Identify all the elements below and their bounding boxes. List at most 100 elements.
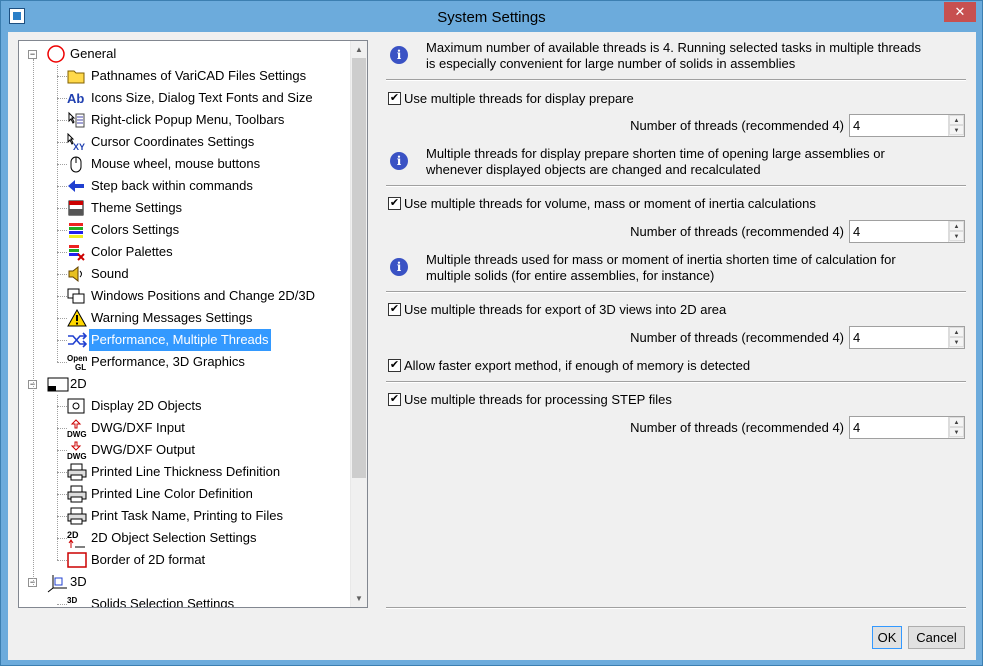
tree-node-3d[interactable]: −3D [19, 571, 349, 593]
collapse-icon[interactable]: − [28, 50, 37, 59]
svg-text:XY: XY [73, 142, 85, 151]
font-ab-icon: Ab [67, 89, 85, 107]
tree-item-label: DWG/DXF Input [91, 420, 185, 435]
tree-item-dwg-dxf-output[interactable]: DWG DWG/DXF Output [19, 439, 349, 461]
settings-tree[interactable]: ▲ ▼ − General Pathnames of VariCAD Files S… [18, 40, 368, 608]
tree-item-warning-messages-settings[interactable]: Warning Messages Settings [19, 307, 349, 329]
tree-item-label: Printed Line Thickness Definition [91, 464, 281, 479]
system-settings-window: System Settings ✕ ▲ ▼ − General Pathnames … [0, 0, 983, 666]
tree-item-border-of-2d-format[interactable]: Border of 2D format [19, 549, 349, 571]
scroll-up-arrow-icon[interactable]: ▲ [351, 41, 367, 58]
tree-item-print-task-name-printing-to-files[interactable]: Print Task Name, Printing to Files [19, 505, 349, 527]
spinner-value[interactable]: 4 [853, 115, 860, 136]
spin-down-icon[interactable]: ▼ [949, 125, 964, 135]
cancel-button[interactable]: Cancel [908, 626, 965, 649]
checkbox-faster-export[interactable]: ✔ [388, 359, 401, 372]
tree-item-color-palettes[interactable]: Color Palettes [19, 241, 349, 263]
tree-item-windows-positions-and-change-2d-3d[interactable]: Windows Positions and Change 2D/3D [19, 285, 349, 307]
tree-item-label: Performance, 3D Graphics [91, 354, 245, 369]
spin-up-icon[interactable]: ▲ [949, 417, 964, 427]
spinner-value[interactable]: 4 [853, 221, 860, 242]
tree-item-label: Icons Size, Dialog Text Fonts and Size [91, 90, 313, 105]
tree-item-display-2d-objects[interactable]: Display 2D Objects [19, 395, 349, 417]
tree-node-general[interactable]: − General [19, 43, 349, 65]
checkbox-step-files[interactable]: ✔ [388, 393, 401, 406]
check-label: Use multiple threads for processing STEP… [404, 392, 672, 407]
tree-item-label: Print Task Name, Printing to Files [91, 508, 283, 523]
threads-spinner-mass[interactable]: 4 ▲ ▼ [849, 220, 965, 243]
info-text-mass: Multiple threads used for mass or moment… [426, 252, 896, 283]
tree-scrollbar[interactable]: ▲ ▼ [350, 41, 367, 607]
checkbox-export-3d[interactable]: ✔ [388, 303, 401, 316]
spin-up-icon[interactable]: ▲ [949, 115, 964, 125]
tree-connector [57, 252, 67, 253]
tree-connector [57, 395, 58, 560]
tree-item-label: Sound [91, 266, 129, 281]
tree-connector [57, 142, 67, 143]
tree-item-label: 3D [70, 574, 87, 589]
tree-item-label: General [70, 46, 117, 61]
colors-icon [67, 221, 85, 239]
scroll-thumb[interactable] [352, 58, 366, 478]
title-bar[interactable]: System Settings ✕ [1, 1, 982, 32]
spin-up-icon[interactable]: ▲ [949, 221, 964, 231]
spinner-value[interactable]: 4 [853, 417, 860, 438]
separator [386, 291, 966, 293]
checkbox-mass-calc[interactable]: ✔ [388, 197, 401, 210]
tree-item-label: Step back within commands [91, 178, 253, 193]
spin-down-icon[interactable]: ▼ [949, 337, 964, 347]
tree-item-label: DWG/DXF Output [91, 442, 196, 457]
separator [386, 79, 966, 81]
tree-item-performance-multiple-threads[interactable]: Performance, Multiple Threads [19, 329, 349, 351]
ok-button[interactable]: OK [872, 626, 902, 649]
tree-item-printed-line-thickness-definition[interactable]: Printed Line Thickness Definition [19, 461, 349, 483]
tree-item-solids-selection-settings[interactable]: 3D Solids Selection Settings [19, 593, 349, 608]
step-back-arrow-icon [67, 177, 85, 195]
threads-label: Number of threads (recommended 4) [630, 224, 844, 239]
sound-icon [67, 265, 85, 283]
threads-spinner-display[interactable]: 4 ▲ ▼ [849, 114, 965, 137]
tree-item-performance-3d-graphics[interactable]: Open GL Performance, 3D Graphics [19, 351, 349, 373]
info-icon: i [390, 152, 408, 170]
threads-label: Number of threads (recommended 4) [630, 330, 844, 345]
threads-icon [67, 331, 88, 349]
tree-item-icons-size-dialog-text-fonts-and-size[interactable]: Ab Icons Size, Dialog Text Fonts and Size [19, 87, 349, 109]
tree-connector [57, 472, 67, 473]
tree-item-mouse-wheel-mouse-buttons[interactable]: Mouse wheel, mouse buttons [19, 153, 349, 175]
scroll-down-arrow-icon[interactable]: ▼ [351, 590, 367, 607]
separator [386, 607, 966, 609]
tree-item-label: Warning Messages Settings [91, 310, 253, 325]
tree-item-pathnames-of-varicad-files-settings[interactable]: Pathnames of VariCAD Files Settings [19, 65, 349, 87]
tree-item-right-click-popup-menu-toolbars[interactable]: Right-click Popup Menu, Toolbars [19, 109, 349, 131]
svg-text:Open: Open [67, 354, 88, 363]
spinner-value[interactable]: 4 [853, 327, 860, 348]
threads-spinner-export[interactable]: 4 ▲ ▼ [849, 326, 965, 349]
checkbox-display-prepare[interactable]: ✔ [388, 92, 401, 105]
tree-item-label: Solids Selection Settings [91, 596, 235, 608]
spin-up-icon[interactable]: ▲ [949, 327, 964, 337]
tree-item-dwg-dxf-input[interactable]: DWG DWG/DXF Input [19, 417, 349, 439]
spin-down-icon[interactable]: ▼ [949, 427, 964, 437]
tree-item-sound[interactable]: Sound [19, 263, 349, 285]
tree-connector [57, 296, 67, 297]
folder-icon [67, 67, 85, 85]
close-button[interactable]: ✕ [944, 2, 976, 22]
tree-node-2d[interactable]: −2D [19, 373, 349, 395]
tree-connector [57, 164, 67, 165]
tree-item-colors-settings[interactable]: Colors Settings [19, 219, 349, 241]
tree-item-step-back-within-commands[interactable]: Step back within commands [19, 175, 349, 197]
mouse-icon [67, 155, 85, 173]
spin-down-icon[interactable]: ▼ [949, 231, 964, 241]
tree-item-2d-object-selection-settings[interactable]: 2D 2D Object Selection Settings [19, 527, 349, 549]
printer-icon [67, 463, 87, 481]
tree-item-theme-settings[interactable]: Theme Settings [19, 197, 349, 219]
display-2d-icon [67, 397, 85, 415]
tree-connector [57, 318, 67, 319]
tree-item-cursor-coordinates-settings[interactable]: XY Cursor Coordinates Settings [19, 131, 349, 153]
tree-item-label: Theme Settings [91, 200, 183, 215]
info-text-threads: Maximum number of available threads is 4… [426, 40, 921, 71]
color-palettes-icon [67, 243, 85, 261]
popup-menu-icon [67, 111, 85, 129]
tree-item-printed-line-color-definition[interactable]: Printed Line Color Definition [19, 483, 349, 505]
threads-spinner-step[interactable]: 4 ▲ ▼ [849, 416, 965, 439]
